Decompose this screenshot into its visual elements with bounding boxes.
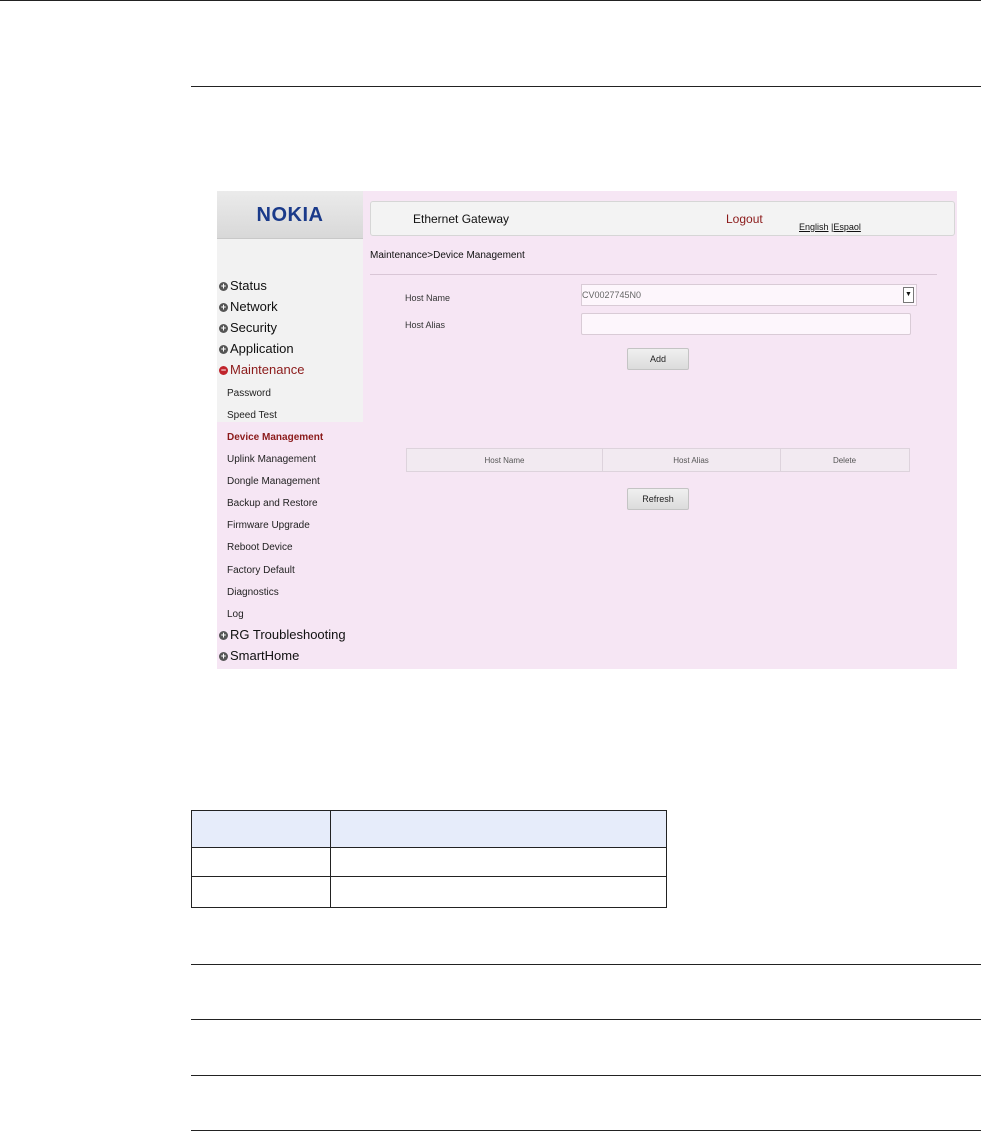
sidebar: NOKIA + Status + Network + Security + Applic…: [217, 191, 363, 669]
nav-sub-device-management[interactable]: Device Management: [227, 432, 323, 443]
nav-maintenance-label: Maintenance: [230, 362, 305, 377]
expand-icon: +: [219, 651, 228, 661]
nav-rg-troubleshooting[interactable]: + RG Troubleshooting: [219, 627, 346, 642]
rule-1: [191, 964, 981, 965]
column-host-name: Host Name: [484, 456, 525, 465]
nav-application-label: Application: [230, 341, 294, 356]
top-rule: [0, 0, 981, 1]
table-header-row: [192, 811, 666, 848]
rule-3: [191, 1075, 981, 1076]
expand-icon: +: [219, 302, 228, 312]
device-management-screenshot: NOKIA + Status + Network + Security + Applic…: [217, 191, 957, 669]
expand-icon: +: [219, 630, 228, 640]
device-table: Host Name Host Alias Delete: [406, 448, 910, 472]
host-name-label: Host Name: [405, 293, 451, 303]
logout-link[interactable]: Logout: [726, 212, 763, 226]
nav-sub-uplink-management[interactable]: Uplink Management: [227, 454, 316, 465]
section-rule: [191, 86, 981, 87]
nav-sub-firmware-upgrade[interactable]: Firmware Upgrade: [227, 520, 310, 531]
expand-icon: +: [219, 344, 228, 354]
lang-english-link[interactable]: English: [799, 222, 829, 232]
nav-application[interactable]: + Application: [219, 341, 294, 356]
table-row-divider: [192, 876, 666, 877]
nav-sub-factory-default[interactable]: Factory Default: [227, 565, 295, 576]
logo-box: NOKIA: [217, 191, 363, 239]
language-switcher: English |Espaol: [799, 222, 861, 232]
refresh-button[interactable]: Refresh: [627, 488, 689, 510]
nav-smarthome-label: SmartHome: [230, 648, 300, 663]
host-alias-label: Host Alias: [405, 320, 446, 330]
nav-status[interactable]: + Status: [219, 278, 267, 293]
header-bar: Ethernet Gateway Logout English |Espaol: [370, 201, 955, 236]
host-name-select[interactable]: CV0027745N0 ▼: [581, 284, 917, 306]
lang-espanol-link[interactable]: Espaol: [833, 222, 861, 232]
add-button[interactable]: Add: [627, 348, 689, 370]
nav-sub-backup-restore[interactable]: Backup and Restore: [227, 498, 318, 509]
dropdown-arrow-icon[interactable]: ▼: [903, 287, 914, 303]
host-name-value: CV0027745N0: [582, 290, 642, 300]
breadcrumb-divider: [370, 274, 937, 275]
nav-status-label: Status: [230, 278, 267, 293]
nav-network-label: Network: [230, 299, 278, 314]
gateway-title: Ethernet Gateway: [413, 212, 510, 226]
expand-icon: +: [219, 281, 228, 291]
nav-security[interactable]: + Security: [219, 320, 277, 335]
nav-maintenance[interactable]: − Maintenance: [219, 362, 304, 377]
table-column-divider: [330, 811, 331, 907]
breadcrumb: Maintenance>Device Management: [370, 250, 525, 261]
nav-security-label: Security: [230, 320, 277, 335]
nav-sub-log[interactable]: Log: [227, 609, 244, 620]
column-delete: Delete: [832, 456, 857, 465]
rule-2: [191, 1019, 981, 1020]
host-alias-input[interactable]: [581, 313, 911, 335]
nav-smarthome[interactable]: + SmartHome: [219, 648, 299, 663]
expand-icon: +: [219, 323, 228, 333]
nav-sub-reboot-device[interactable]: Reboot Device: [227, 542, 293, 553]
nav-rg-troubleshooting-label: RG Troubleshooting: [230, 627, 346, 642]
column-host-alias: Host Alias: [673, 456, 709, 465]
nav-network[interactable]: + Network: [219, 299, 278, 314]
collapse-icon: −: [219, 365, 228, 375]
nav-sub-password[interactable]: Password: [227, 388, 271, 399]
nav-sub-diagnostics[interactable]: Diagnostics: [227, 587, 279, 598]
nokia-logo: NOKIA: [256, 204, 324, 226]
nav-sub-dongle-management[interactable]: Dongle Management: [227, 476, 320, 487]
nav-sub-speed-test[interactable]: Speed Test: [227, 410, 277, 421]
table-row-divider: [192, 847, 666, 848]
parameter-table: [191, 810, 667, 908]
